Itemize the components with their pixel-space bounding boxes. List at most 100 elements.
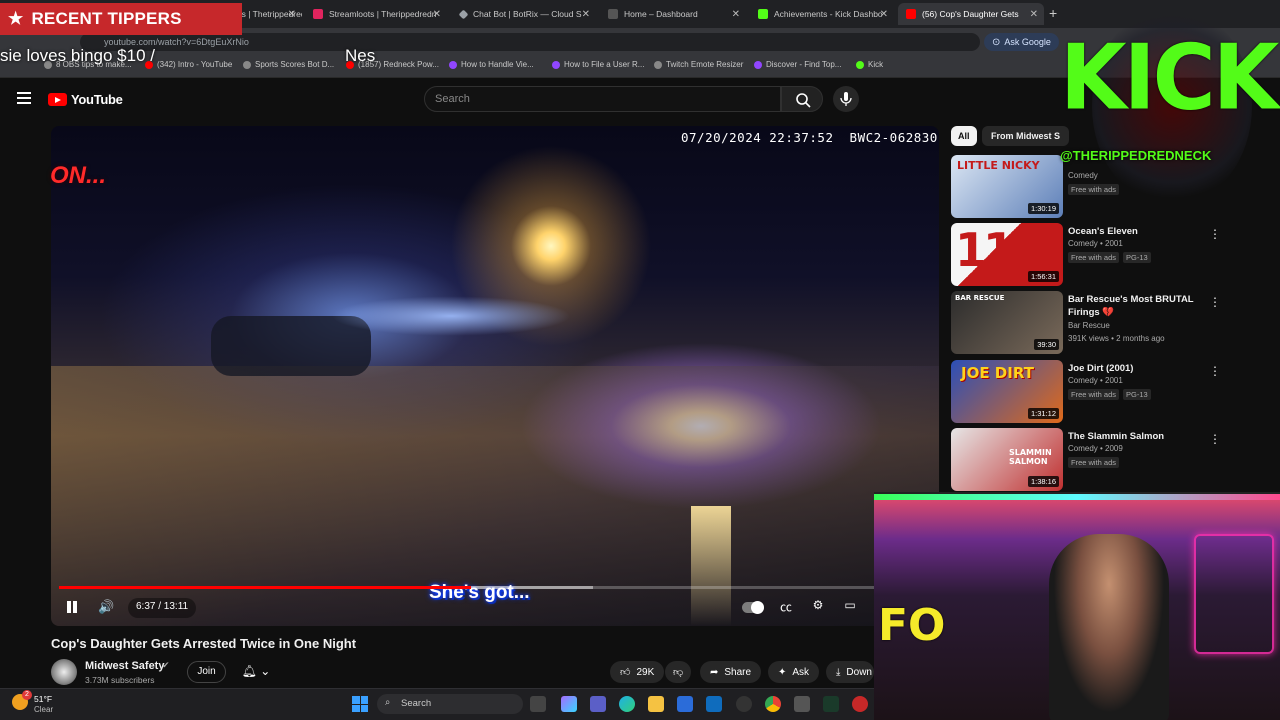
app-icon[interactable] <box>794 696 810 712</box>
tab-home-dashboard[interactable]: Home – Dashboard ✕ <box>600 3 746 25</box>
bookmark-item[interactable]: How to File a User R... <box>552 60 644 69</box>
share-button[interactable]: ➦ Share <box>700 661 762 683</box>
like-button[interactable]: 👍︎ 29K <box>610 661 665 683</box>
close-tab-icon[interactable]: ✕ <box>288 9 296 20</box>
pause-button[interactable] <box>64 599 80 615</box>
dashboard-icon <box>608 9 618 19</box>
recent-tippers-banner: ★ RECENT TIPPERS <box>0 3 242 35</box>
settings-gear-icon[interactable]: ⚙ <box>808 598 828 616</box>
video-frame-lights <box>331 296 571 336</box>
miniplayer-icon[interactable]: ▭ <box>840 598 860 616</box>
bookmark-item[interactable]: Sports Scores Bot D... <box>243 60 334 69</box>
terminal-icon[interactable] <box>823 696 839 712</box>
channel-name[interactable]: Midwest Safety <box>85 660 164 672</box>
more-options-icon[interactable]: ⋮ <box>1209 295 1221 309</box>
pause-icon <box>67 601 71 613</box>
rating-label: PG-13 <box>1123 389 1151 400</box>
tab-botrix[interactable]: Chat Bot | BotRix — Cloud S ✕ <box>452 3 596 25</box>
more-options-icon[interactable]: ⋮ <box>1209 227 1221 241</box>
task-view-icon[interactable] <box>530 696 546 712</box>
webcam-wall-sign: FO <box>878 600 946 651</box>
hamburger-menu-icon[interactable] <box>17 92 31 104</box>
video-thumbnail: LITTLE NICKY 1:30:19 <box>951 155 1063 218</box>
microsoft-store-icon[interactable] <box>677 696 693 712</box>
kick-handle: @THERIPPEDREDNECK <box>1060 148 1212 163</box>
webcam-led-strip <box>874 494 1280 500</box>
recommendation-item[interactable]: JOE DIRT 1:31:12 Joe Dirt (2001) Comedy … <box>951 360 1271 424</box>
video-thumbnail: 11 1:56:31 <box>951 223 1063 286</box>
search-button[interactable] <box>781 86 823 112</box>
recommendation-item[interactable]: SLAMMIN SALMON 1:38:16 The Slammin Salmo… <box>951 428 1271 492</box>
thumbs-up-icon: 👍︎ <box>620 667 631 678</box>
video-meta: Comedy • 2001 <box>1068 239 1123 248</box>
edge-icon[interactable] <box>619 696 635 712</box>
weather-condition: Clear <box>34 705 54 714</box>
thumbs-down-icon: 👎︎ <box>673 667 684 678</box>
search-input[interactable]: Search <box>424 86 781 112</box>
duration-badge: 1:38:16 <box>1027 476 1059 487</box>
dislike-button[interactable]: 👎︎ <box>665 661 692 683</box>
sparkle-icon: ✦ <box>778 666 787 678</box>
recommendation-item[interactable]: 11 1:56:31 Ocean's Eleven Comedy • 2001 … <box>951 223 1271 287</box>
address-bar[interactable]: youtube.com/watch?v=6DtgEuXrNio <box>80 33 980 51</box>
video-player[interactable] <box>51 126 939 626</box>
outlook-icon[interactable] <box>706 696 722 712</box>
more-options-icon[interactable]: ⋮ <box>1209 432 1221 446</box>
recommendation-title: Ocean's Eleven <box>1068 226 1138 237</box>
new-tab-icon[interactable]: + <box>1049 5 1057 21</box>
search-icon: ⌕ <box>385 697 391 708</box>
copilot-icon[interactable] <box>561 696 577 712</box>
filter-chip-channel[interactable]: From Midwest S <box>982 126 1070 146</box>
bookmark-item[interactable]: (342) Intro - YouTube <box>145 60 232 69</box>
twitch-icon <box>449 60 457 69</box>
subscriber-count: 3.73M subscribers <box>85 675 155 685</box>
autoplay-toggle[interactable] <box>742 601 764 614</box>
subtitles-icon[interactable]: ㏄ <box>776 598 796 616</box>
more-options-icon[interactable]: ⋮ <box>1209 364 1221 378</box>
close-tab-icon[interactable]: ✕ <box>880 9 888 20</box>
close-tab-icon[interactable]: ✕ <box>732 9 740 20</box>
notification-bell-button[interactable]: 🔔︎ ⌄ <box>234 661 278 683</box>
ask-google-button[interactable]: ⊙ Ask Google <box>984 33 1059 51</box>
bookmark-item[interactable]: Kick <box>856 60 883 69</box>
filter-chip-all[interactable]: All <box>951 126 977 146</box>
video-meta: Comedy • 2009 <box>1068 444 1123 453</box>
tab-streamloots[interactable]: Streamloots | Therippedredn ✕ <box>305 3 447 25</box>
thumbnail-title: LITTLE NICKY <box>957 159 1040 172</box>
chrome-icon[interactable] <box>765 696 781 712</box>
video-overlay-text: ON... <box>50 162 107 189</box>
download-button[interactable]: ⤓ Down <box>826 661 874 683</box>
view-count: 391K views • 2 months ago <box>1068 334 1165 343</box>
neon-sign <box>1194 534 1274 654</box>
volume-icon[interactable]: 🔊 <box>98 599 116 617</box>
tipper-ticker: sie loves bingo $10 / <box>0 46 155 65</box>
teams-icon[interactable] <box>590 696 606 712</box>
video-thumbnail: JOE DIRT 1:31:12 <box>951 360 1063 423</box>
close-tab-icon[interactable]: ✕ <box>1030 9 1038 20</box>
streamer <box>1049 534 1169 720</box>
windows-start-icon[interactable] <box>352 696 368 712</box>
ask-button[interactable]: ✦ Ask <box>768 661 820 683</box>
pause-icon-bar <box>73 601 77 613</box>
tab-youtube-active[interactable]: (56) Cop's Daughter Gets ✕ <box>898 3 1044 25</box>
taskbar-search-input[interactable]: ⌕ Search <box>377 694 523 714</box>
app-icon-red[interactable] <box>852 696 868 712</box>
obs-icon[interactable] <box>736 696 752 712</box>
bookmark-item[interactable]: How to Handle Vie... <box>449 60 534 69</box>
bookmark-item[interactable]: Discover - Find Top... <box>754 60 841 69</box>
file-explorer-icon[interactable] <box>648 696 664 712</box>
tab-kick-achievements[interactable]: Achievements - Kick Dashbo ✕ <box>750 3 894 25</box>
join-button[interactable]: Join <box>187 661 226 683</box>
recommendation-item[interactable]: BAR RESCUE 39:30 Bar Rescue's Most BRUTA… <box>951 291 1271 355</box>
channel-avatar[interactable] <box>51 659 77 685</box>
youtube-play-icon <box>48 93 67 106</box>
voice-search-button[interactable] <box>833 86 859 112</box>
progress-played <box>59 586 472 589</box>
video-thumbnail: SLAMMIN SALMON 1:38:16 <box>951 428 1063 491</box>
video-thumbnail: BAR RESCUE 39:30 <box>951 291 1063 354</box>
close-tab-icon[interactable]: ✕ <box>433 9 441 20</box>
close-tab-icon[interactable]: ✕ <box>582 9 590 20</box>
bookmark-item[interactable]: Twitch Emote Resizer <box>654 60 743 69</box>
bell-icon: 🔔︎ <box>241 664 257 678</box>
youtube-logo[interactable]: YouTube <box>48 92 123 107</box>
